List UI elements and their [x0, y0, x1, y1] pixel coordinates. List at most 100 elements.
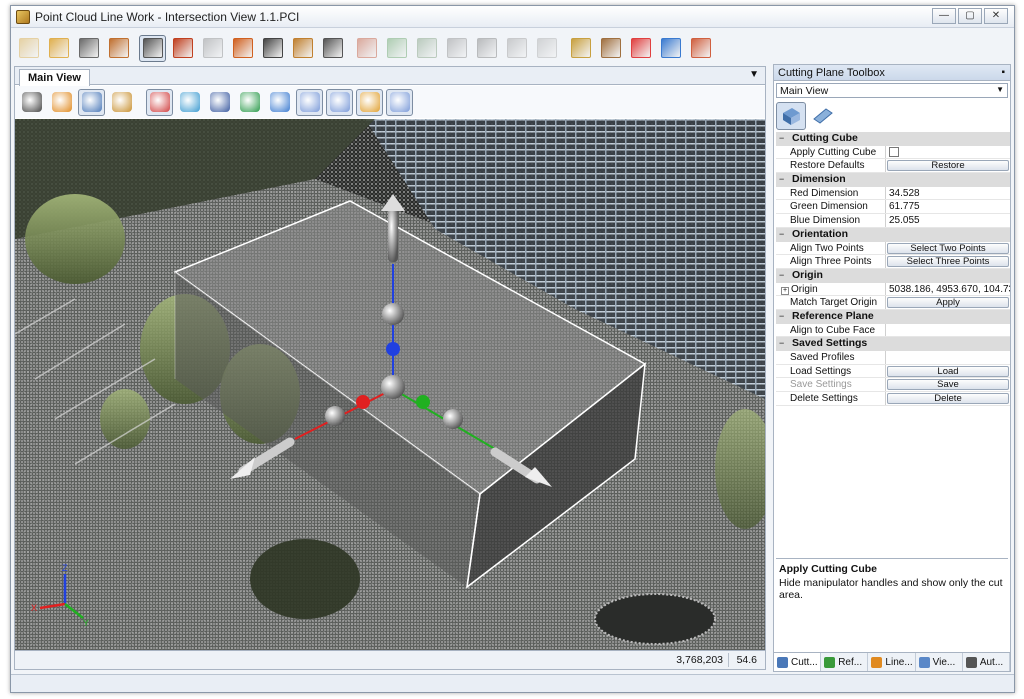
node-delete-icon: [476, 38, 497, 58]
category-orientation[interactable]: − Orientation: [776, 227, 1010, 242]
view-select[interactable]: Main View ▼: [776, 83, 1008, 98]
category-label: Saved Settings: [792, 337, 868, 350]
refresh-view-button[interactable]: [18, 89, 45, 116]
toolbox-tab[interactable]: Line...: [868, 653, 916, 671]
axes-star-button[interactable]: [176, 89, 203, 116]
axis-y-label: Y: [83, 618, 89, 628]
restore-button[interactable]: Restore: [887, 160, 1009, 172]
toolbox-tab[interactable]: Ref...: [821, 653, 869, 671]
description-text: Hide manipulator handles and show only t…: [779, 577, 1003, 601]
tab-main-view[interactable]: Main View: [19, 69, 90, 86]
minimize-button[interactable]: —: [932, 8, 956, 24]
cut-plane-button[interactable]: [266, 89, 293, 116]
classify-button[interactable]: [567, 35, 594, 62]
check-points-button[interactable]: [383, 35, 410, 62]
maximize-button[interactable]: ▢: [958, 8, 982, 24]
point-cloud-viewport[interactable]: Z X Y: [15, 119, 765, 650]
new-document-icon: [18, 38, 39, 58]
collapse-icon[interactable]: −: [779, 269, 784, 283]
terrain-button[interactable]: [206, 89, 233, 116]
pencil-button[interactable]: [48, 89, 75, 116]
property-value: Save: [886, 378, 1010, 391]
category-saved-settings[interactable]: − Saved Settings: [776, 337, 1010, 351]
category-reference-plane[interactable]: − Reference Plane: [776, 309, 1010, 324]
grid-points-button[interactable]: [105, 35, 132, 62]
property-value[interactable]: 25.055: [886, 214, 1010, 227]
heatmap-blue-delete-button[interactable]: [687, 35, 714, 62]
export-button[interactable]: [146, 88, 173, 116]
property-value[interactable]: 61.775: [886, 200, 1010, 213]
delete-button[interactable]: Delete: [887, 393, 1009, 405]
check-points-2-button[interactable]: [413, 35, 440, 62]
cross-lines-button[interactable]: [503, 35, 530, 62]
category-dimension[interactable]: − Dimension: [776, 173, 1010, 187]
property-value[interactable]: [886, 351, 1010, 364]
view-eye-4-button[interactable]: [386, 88, 413, 116]
angle-tool-button[interactable]: [289, 35, 316, 62]
load-button[interactable]: Load: [887, 365, 1009, 377]
node-grid-button[interactable]: [443, 35, 470, 62]
polyline-icon: [172, 38, 193, 58]
apply-cutting-cube-checkbox[interactable]: [889, 146, 899, 157]
category-cutting-cube[interactable]: − Cutting Cube: [776, 132, 1010, 146]
save-button[interactable]: Save: [887, 379, 1009, 391]
property-value[interactable]: [886, 324, 1010, 337]
view-eye-3-icon: [359, 92, 380, 112]
collapse-icon[interactable]: −: [779, 310, 784, 324]
node-delete-button[interactable]: [473, 35, 500, 62]
tab-label: Vie...: [932, 656, 956, 668]
view-eye-1-button[interactable]: [296, 88, 323, 116]
select-two-points-button[interactable]: Select Two Points: [887, 242, 1009, 254]
draw-line-button[interactable]: [139, 34, 166, 62]
check-points-icon: [386, 38, 407, 58]
draw-line-icon: [142, 38, 163, 58]
property-value[interactable]: 34.528: [886, 187, 1010, 200]
edit-points-button[interactable]: [353, 35, 380, 62]
rotate-arc-button[interactable]: [259, 35, 286, 62]
view-dropdown-button[interactable]: ▼: [749, 69, 759, 80]
chevron-down-icon: ▼: [996, 85, 1004, 94]
collapse-icon[interactable]: −: [779, 173, 784, 187]
collapse-icon[interactable]: −: [779, 132, 784, 146]
view-eye-2-button[interactable]: [326, 88, 353, 116]
profile-button[interactable]: [236, 89, 263, 116]
cross-lines-2-button[interactable]: [533, 35, 560, 62]
scanner-button[interactable]: [75, 35, 102, 62]
cutting-plane-mode-button[interactable]: [808, 102, 838, 130]
close-button[interactable]: ✕: [984, 8, 1008, 24]
cutting-cube-mode-button[interactable]: [776, 102, 806, 130]
tab-label: Ref...: [838, 656, 863, 668]
blue-delete-button[interactable]: [657, 35, 684, 62]
status-divider: [728, 653, 729, 667]
new-document-button[interactable]: [15, 35, 42, 62]
cut-plane-icon: [269, 92, 290, 112]
classify-2-button[interactable]: [597, 35, 624, 62]
select-three-points-button[interactable]: Select Three Points: [887, 256, 1009, 268]
expand-icon[interactable]: +: [781, 286, 789, 295]
eye-button[interactable]: [78, 88, 105, 116]
cutting-plane-toolbox: Cutting Plane Toolbox ▪ Main View ▼ − Cut…: [773, 64, 1011, 670]
open-folder-button[interactable]: [45, 35, 72, 62]
collapse-icon[interactable]: −: [779, 228, 784, 242]
view-eye-3-button[interactable]: [356, 88, 383, 116]
property-row: Blue Dimension 25.055: [776, 214, 1010, 228]
toolbox-tab[interactable]: Vie...: [916, 653, 963, 671]
info-button[interactable]: [108, 89, 135, 116]
toolbox-mode-bar: [774, 100, 1010, 132]
property-value[interactable]: 5038.186, 4953.670, 104.731: [886, 283, 1010, 296]
toolbox-tab[interactable]: Aut...: [963, 653, 1011, 671]
polyline-button[interactable]: [169, 35, 196, 62]
category-origin[interactable]: − Origin: [776, 268, 1010, 283]
polyline-dim-button[interactable]: [199, 35, 226, 62]
property-label: Blue Dimension: [790, 215, 861, 227]
apply-button[interactable]: Apply: [887, 297, 1009, 309]
collapse-icon[interactable]: −: [779, 337, 784, 351]
layers-button[interactable]: [319, 35, 346, 62]
toolbox-tab[interactable]: Cutt...: [774, 653, 822, 671]
check-points-2-icon: [416, 38, 437, 58]
title-bar[interactable]: Point Cloud Line Work - Intersection Vie…: [11, 6, 1014, 28]
property-value: Select Three Points: [886, 255, 1010, 268]
heatmap-delete-button[interactable]: [627, 35, 654, 62]
pick-line-button[interactable]: [229, 35, 256, 62]
pin-icon[interactable]: ▪: [1001, 67, 1005, 78]
